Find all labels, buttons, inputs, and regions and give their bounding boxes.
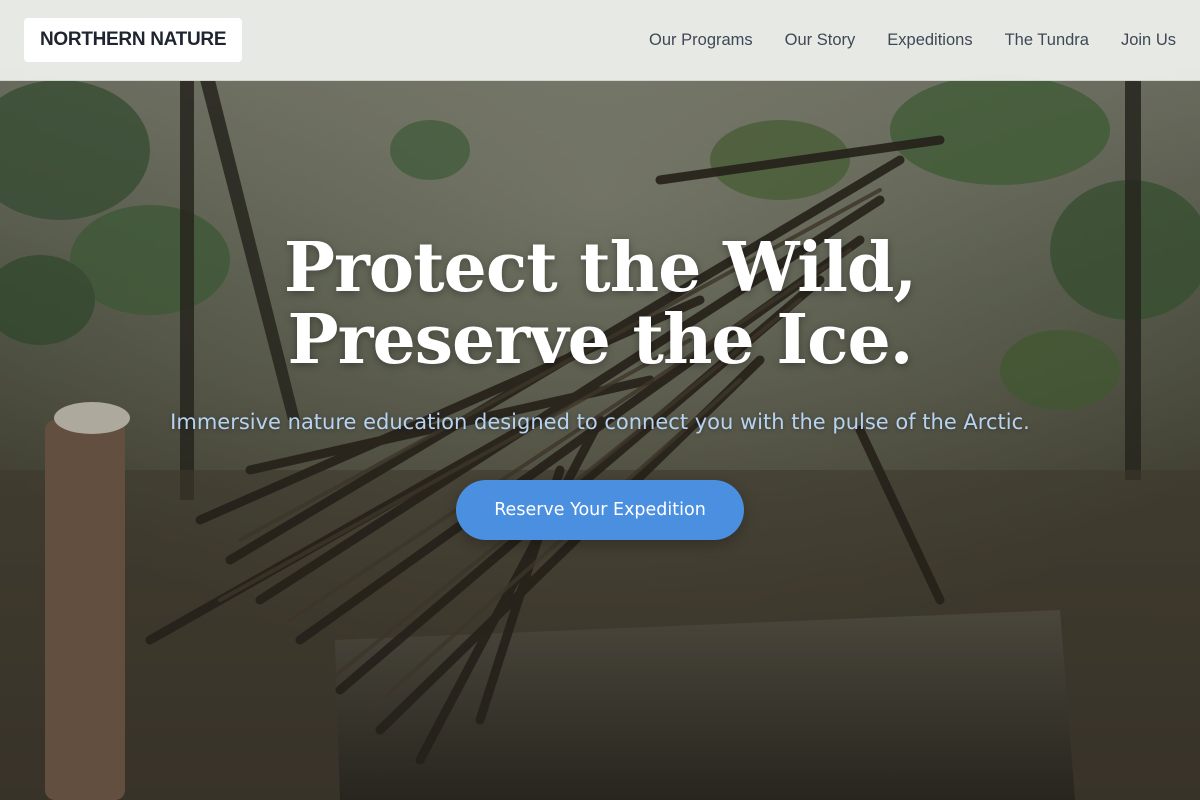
nav-link-join-us[interactable]: Join Us xyxy=(1121,31,1176,50)
hero-title: Protect the Wild, Preserve the Ice. xyxy=(0,232,1200,376)
nav-link-expeditions[interactable]: Expeditions xyxy=(887,31,972,50)
nav-link-our-story[interactable]: Our Story xyxy=(785,31,856,50)
hero-title-line-1: Protect the Wild, xyxy=(283,228,917,308)
hero-subtitle: Immersive nature education designed to c… xyxy=(170,410,1030,434)
brand-logo[interactable]: NORTHERN NATURE xyxy=(24,18,243,62)
reserve-expedition-button[interactable]: Reserve Your Expedition xyxy=(456,480,744,540)
hero-section: Protect the Wild, Preserve the Ice. Imme… xyxy=(0,232,1200,540)
top-navbar: NORTHERN NATURE Our Programs Our Story E… xyxy=(0,0,1200,81)
hero-title-line-2: Preserve the Ice. xyxy=(287,300,914,380)
main-nav: Our Programs Our Story Expeditions The T… xyxy=(649,0,1176,80)
nav-link-our-programs[interactable]: Our Programs xyxy=(649,31,753,50)
nav-link-the-tundra[interactable]: The Tundra xyxy=(1005,31,1089,50)
